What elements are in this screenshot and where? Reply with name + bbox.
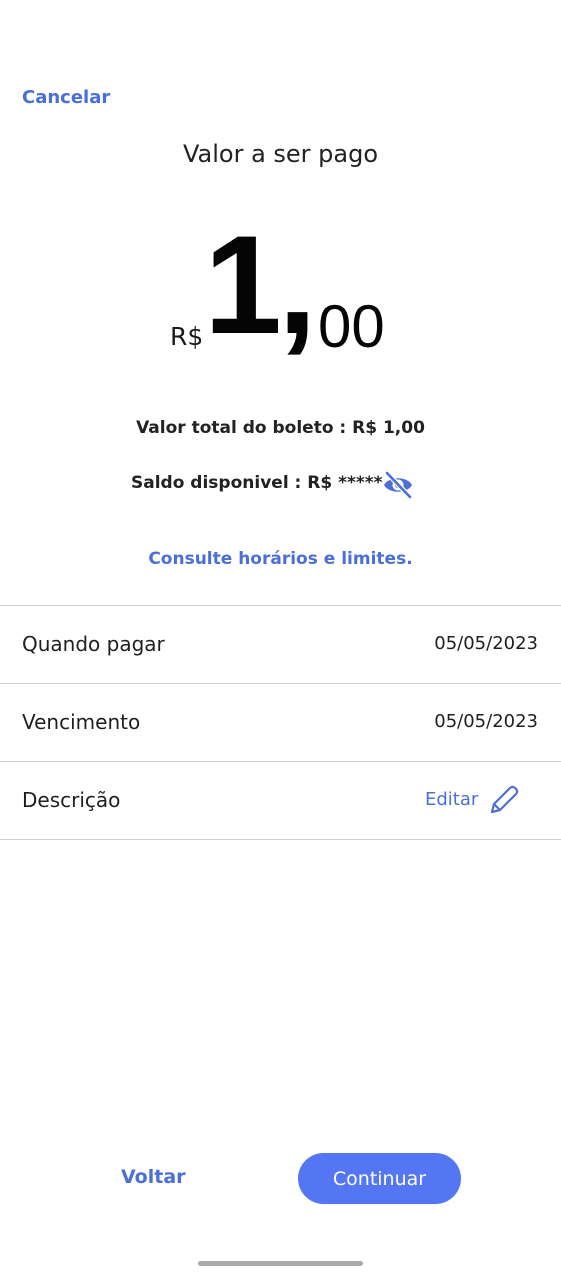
available-balance: Saldo disponivel : R$ ***** [131, 473, 383, 493]
payment-amount: R$ 1, 00 [0, 210, 561, 372]
pencil-icon[interactable] [486, 784, 520, 818]
amount-integer-digits: 1 [204, 206, 282, 363]
edit-description-button[interactable]: Editar [425, 789, 478, 810]
back-button[interactable]: Voltar [121, 1166, 186, 1188]
home-indicator[interactable] [198, 1261, 363, 1266]
eye-off-icon[interactable] [381, 470, 415, 500]
continue-button[interactable]: Continuar [298, 1153, 461, 1204]
divider [0, 605, 561, 606]
divider [0, 839, 561, 840]
when-to-pay-label: Quando pagar [22, 632, 165, 656]
amount-currency: R$ [170, 322, 204, 351]
due-date-label: Vencimento [22, 710, 141, 734]
due-date-value: 05/05/2023 [434, 711, 538, 732]
amount-integer: 1, [204, 210, 317, 360]
divider [0, 683, 561, 684]
amount-cents: 00 [318, 293, 385, 360]
divider [0, 761, 561, 762]
description-label: Descrição [22, 788, 121, 812]
cancel-link[interactable]: Cancelar [22, 87, 110, 108]
when-to-pay-value[interactable]: 05/05/2023 [434, 633, 538, 654]
amount-separator: , [277, 206, 317, 363]
page-title: Valor a ser pago [182, 140, 379, 168]
boleto-total: Valor total do boleto : R$ 1,00 [136, 418, 425, 438]
hours-limits-link[interactable]: Consulte horários e limites. [0, 549, 561, 569]
